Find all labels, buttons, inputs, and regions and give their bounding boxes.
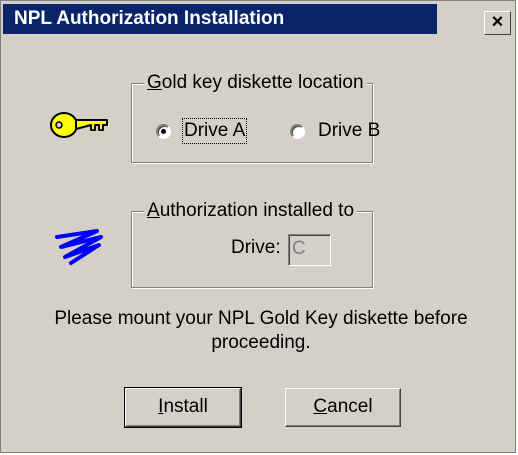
drive-a-label[interactable]: Drive A	[181, 118, 248, 144]
close-button[interactable]: ×	[484, 11, 511, 35]
cancel-button[interactable]: Cancel	[285, 388, 401, 427]
title-bar[interactable]: NPL Authorization Installation ×	[1, 1, 515, 39]
blue-scribble-icon	[55, 229, 103, 265]
key-icon	[50, 112, 108, 138]
install-button[interactable]: Install	[124, 387, 242, 428]
drive-label: Drive:	[231, 237, 281, 258]
drive-field[interactable]: C	[288, 234, 331, 266]
drive-a-radio-dot	[161, 129, 166, 134]
window-title: NPL Authorization Installation	[14, 8, 285, 29]
authorization-installed-legend: Authorization installed to	[144, 200, 358, 222]
gold-key-location-legend: Gold key diskette location	[144, 72, 367, 94]
drive-a-radio-circle[interactable]	[156, 124, 171, 139]
dialog-window: NPL Authorization Installation × Gold ke…	[0, 0, 516, 453]
drive-b-radio-circle[interactable]	[290, 124, 305, 139]
drive-b-label[interactable]: Drive B	[318, 120, 380, 142]
instruction-message: Please mount your NPL Gold Key diskette …	[54, 308, 468, 353]
